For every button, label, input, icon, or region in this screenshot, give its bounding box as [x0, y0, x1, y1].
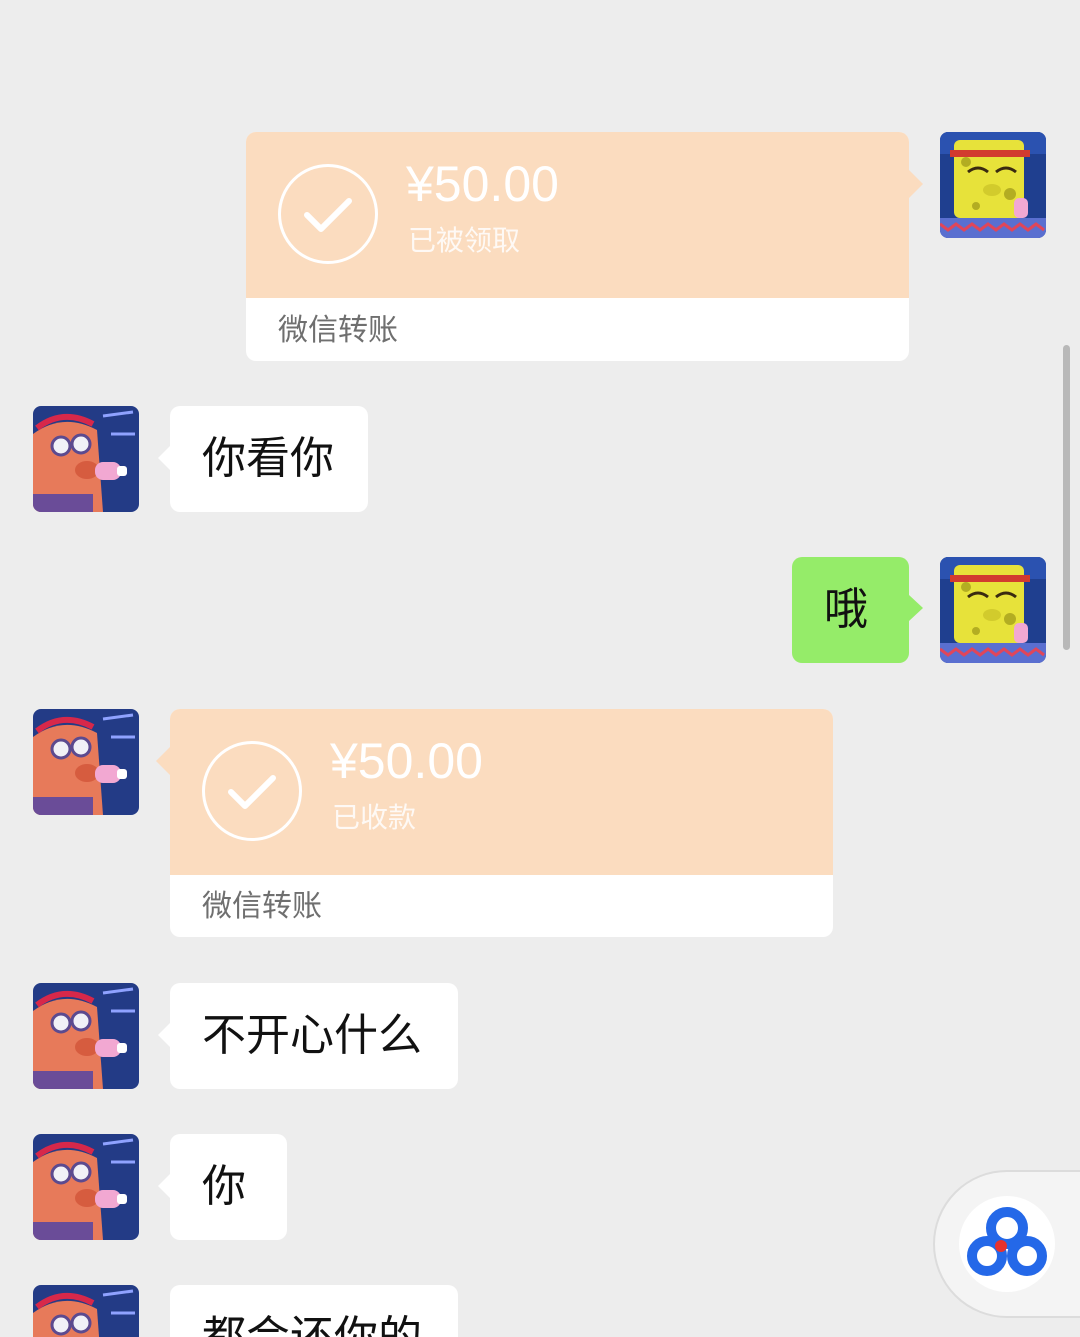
- check-circle-icon: [278, 164, 378, 264]
- message-text: 你看你: [202, 433, 334, 484]
- my-avatar[interactable]: [940, 132, 1046, 238]
- spongebob-avatar: [940, 132, 1046, 238]
- transfer-amount: ¥50.00: [330, 733, 483, 789]
- contact-avatar[interactable]: [33, 709, 139, 815]
- spongebob-avatar: [940, 557, 1046, 663]
- message-bubble-received[interactable]: 你: [158, 1134, 287, 1240]
- transfer-label: 微信转账: [202, 889, 322, 924]
- transfer-status: 已被领取: [408, 224, 521, 257]
- transfer-card-sent[interactable]: ¥50.00 已被领取 微信转账: [246, 132, 923, 361]
- transfer-card-header: ¥50.00 已收款: [156, 709, 833, 875]
- contact-avatar[interactable]: [33, 1285, 139, 1337]
- bubble-tail: [909, 170, 923, 198]
- message-text: 都会还你的: [202, 1316, 422, 1337]
- patrick-avatar: [33, 709, 139, 815]
- transfer-status: 已收款: [332, 801, 417, 834]
- transfer-label: 微信转账: [278, 313, 398, 348]
- message-bubble-sent[interactable]: 哦: [792, 557, 923, 663]
- message-bubble-received[interactable]: 你看你: [158, 406, 368, 512]
- message-bubble-received[interactable]: 都会还你的: [170, 1285, 458, 1337]
- message-bubble-received[interactable]: 不开心什么: [158, 983, 458, 1089]
- patrick-avatar: [33, 406, 139, 512]
- contact-avatar[interactable]: [33, 983, 139, 1089]
- bubble-tail: [156, 747, 170, 775]
- transfer-card-header: ¥50.00 已被领取: [246, 132, 923, 298]
- scrollbar[interactable]: [1063, 345, 1070, 650]
- my-avatar[interactable]: [940, 557, 1046, 663]
- transfer-amount: ¥50.00: [406, 156, 559, 212]
- bubble-tail: [158, 446, 170, 470]
- patrick-avatar: [33, 1134, 139, 1240]
- check-circle-icon: [202, 741, 302, 841]
- patrick-avatar: [33, 1285, 139, 1337]
- floating-app-button[interactable]: [933, 1170, 1080, 1318]
- bubble-tail: [158, 1023, 170, 1047]
- message-text: 哦: [824, 584, 868, 635]
- bubble-tail: [158, 1174, 170, 1198]
- contact-avatar[interactable]: [33, 1134, 139, 1240]
- contact-avatar[interactable]: [33, 406, 139, 512]
- cloud-app-icon: [959, 1196, 1055, 1292]
- bubble-tail: [909, 595, 923, 621]
- patrick-avatar: [33, 983, 139, 1089]
- transfer-card-received[interactable]: ¥50.00 已收款 微信转账: [156, 709, 833, 937]
- message-text: 你: [202, 1161, 246, 1212]
- message-text: 不开心什么: [202, 1010, 422, 1061]
